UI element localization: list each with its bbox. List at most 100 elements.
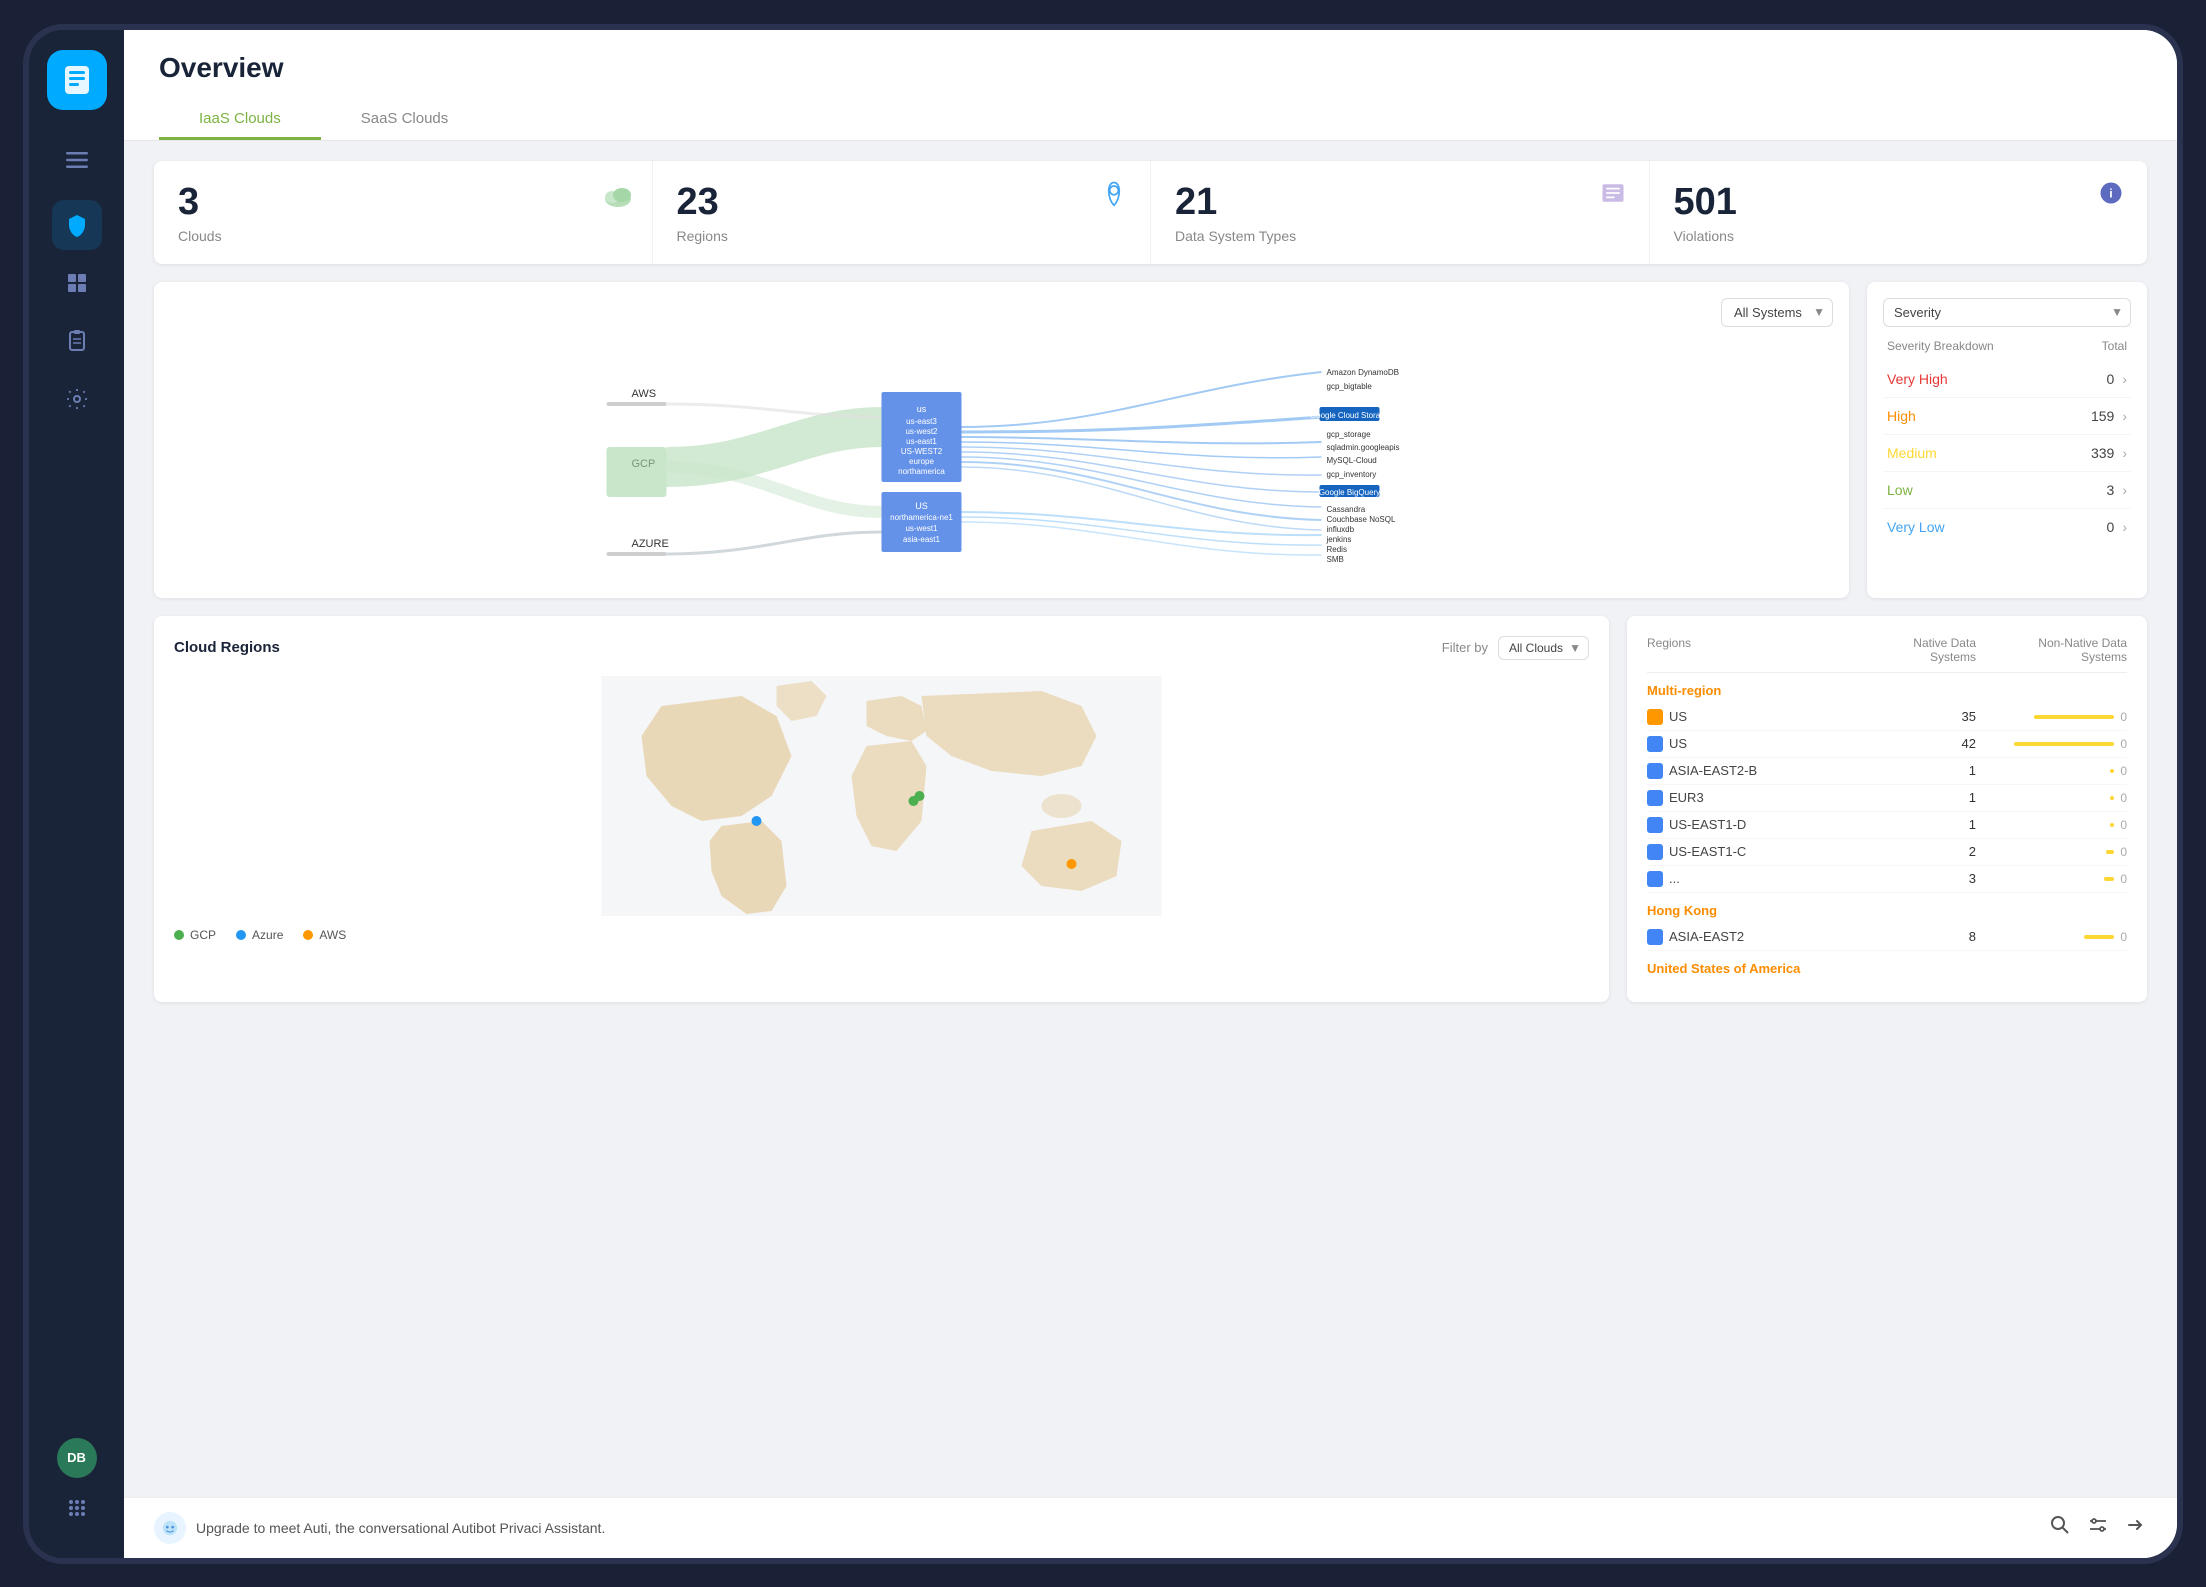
tabs-row: IaaS Clouds SaaS Clouds — [159, 100, 2142, 140]
sidebar-item-dashboard[interactable] — [52, 258, 102, 308]
asia-zero: 0 — [2120, 764, 2127, 778]
region-label-us-gcp: US — [1669, 736, 1687, 751]
cloud-filter-dropdown[interactable]: All Clouds — [1498, 636, 1589, 660]
svg-text:northamerica-ne1: northamerica-ne1 — [890, 513, 953, 522]
svg-text:europe: europe — [909, 457, 934, 466]
search-button[interactable] — [2049, 1514, 2071, 1542]
settings-button[interactable] — [2087, 1514, 2109, 1542]
tab-iaas[interactable]: IaaS Clouds — [159, 100, 321, 140]
col-native-header: Native DataSystems — [1859, 636, 1987, 664]
severity-row-high[interactable]: High 159 › — [1883, 398, 2131, 435]
severity-panel: Severity ▼ Severity Breakdown Total Very… — [1867, 282, 2147, 598]
region-label-us-east1d: US-EAST1-D — [1669, 817, 1746, 832]
severity-total-col: Total — [2102, 339, 2127, 353]
menu-icon — [66, 149, 88, 171]
low-count: 3 — [2107, 482, 2115, 498]
svg-text:jenkins: jenkins — [1326, 535, 1352, 544]
high-label: High — [1887, 408, 1916, 424]
section-hong-kong: Hong Kong — [1647, 903, 2127, 918]
forward-icon — [2125, 1514, 2147, 1536]
asia-bar-cell: 0 — [1986, 764, 2127, 778]
severity-row-low[interactable]: Low 3 › — [1883, 472, 2131, 509]
asia-bar — [2110, 769, 2114, 773]
region-row-eur3: EUR3 1 0 — [1647, 785, 2127, 812]
asia-east2-native: 8 — [1859, 929, 1987, 944]
us-aws-bar-cell: 0 — [1986, 710, 2127, 724]
region-name-asia-east2: ASIA-EAST2 — [1647, 929, 1859, 945]
violations-label: Violations — [1674, 228, 2124, 244]
gcp-cloud-icon-4 — [1647, 817, 1663, 833]
svg-text:i: i — [2109, 186, 2112, 200]
gcp-cloud-icon-2 — [1647, 763, 1663, 779]
hamburger-menu[interactable] — [57, 140, 97, 180]
logo-icon — [59, 62, 95, 98]
sidebar: DB — [29, 30, 124, 1558]
sidebar-item-gear[interactable] — [52, 374, 102, 424]
region-name-us-east1d: US-EAST1-D — [1647, 817, 1859, 833]
user-avatar[interactable]: DB — [57, 1438, 97, 1478]
svg-text:Amazon DynamoDB: Amazon DynamoDB — [1327, 368, 1399, 377]
legend-aws: AWS — [303, 928, 346, 942]
eur3-bar — [2110, 796, 2114, 800]
severity-row-very-high[interactable]: Very High 0 › — [1883, 361, 2131, 398]
region-label-eur3: EUR3 — [1669, 790, 1704, 805]
gear-icon — [65, 387, 89, 411]
search-icon — [2049, 1514, 2071, 1536]
forward-button[interactable] — [2125, 1514, 2147, 1542]
all-systems-dropdown[interactable]: All Systems — [1721, 298, 1833, 327]
sidebar-logo[interactable] — [47, 50, 107, 110]
ellipsis-native: 3 — [1859, 871, 1987, 886]
region-name-us-gcp: US — [1647, 736, 1859, 752]
tab-saas[interactable]: SaaS Clouds — [321, 100, 489, 140]
svg-text:MySQL-Cloud: MySQL-Cloud — [1327, 456, 1377, 465]
severity-row-very-low[interactable]: Very Low 0 › — [1883, 509, 2131, 545]
very-high-chevron: › — [2122, 371, 2127, 387]
sidebar-item-clipboard[interactable] — [52, 316, 102, 366]
svg-text:us-west1: us-west1 — [905, 524, 938, 533]
region-name-us-east1c: US-EAST1-C — [1647, 844, 1859, 860]
svg-text:Google Cloud Storage: Google Cloud Storage — [1310, 411, 1390, 420]
svg-text:Google BigQuery: Google BigQuery — [1319, 488, 1380, 497]
gcp-cloud-icon-7 — [1647, 929, 1663, 945]
shield-icon — [65, 213, 89, 237]
top-bar: Overview IaaS Clouds SaaS Clouds — [124, 30, 2177, 141]
svg-text:us-east3: us-east3 — [906, 417, 937, 426]
ellipsis-bar — [2104, 877, 2114, 881]
legend-azure: Azure — [236, 928, 283, 942]
svg-text:northamerica: northamerica — [898, 467, 945, 476]
sidebar-item-shield[interactable] — [52, 200, 102, 250]
azure-label: AZURE — [632, 538, 669, 550]
chatbot-text: Upgrade to meet Auti, the conversational… — [196, 1520, 605, 1536]
low-label: Low — [1887, 482, 1913, 498]
region-name-eur3: EUR3 — [1647, 790, 1859, 806]
us-aws-bar — [2034, 715, 2114, 719]
region-name-us-aws: US — [1647, 709, 1859, 725]
svg-text:gcp_inventory: gcp_inventory — [1327, 470, 1377, 479]
all-systems-dropdown-wrapper: All Systems ▼ — [1721, 298, 1833, 327]
us-east1d-native: 1 — [1859, 817, 1987, 832]
aws-label: AWS — [632, 388, 657, 400]
medium-count: 339 — [2091, 445, 2114, 461]
svg-text:US: US — [915, 501, 928, 511]
map-panel: Cloud Regions Filter by All Clouds ▼ — [154, 616, 1609, 1002]
us-east1c-bar — [2106, 850, 2114, 854]
region-name-ellipsis: ... — [1647, 871, 1859, 887]
asia-east2-bar — [2084, 935, 2114, 939]
us-gcp-bar-cell: 0 — [1986, 737, 2127, 751]
severity-breakdown-col: Severity Breakdown — [1887, 339, 1994, 353]
gcp-cloud-icon-6 — [1647, 871, 1663, 887]
grid-dots-icon[interactable] — [57, 1488, 97, 1528]
severity-row-medium[interactable]: Medium 339 › — [1883, 435, 2131, 472]
region-label-ellipsis: ... — [1669, 871, 1680, 886]
medium-chevron: › — [2122, 445, 2127, 461]
region-label-us-east1c: US-EAST1-C — [1669, 844, 1746, 859]
clouds-number: 3 — [178, 181, 628, 224]
ellipsis-bar-cell: 0 — [1986, 872, 2127, 886]
main-content: Overview IaaS Clouds SaaS Clouds 3 Cloud… — [124, 30, 2177, 1558]
stat-clouds: 3 Clouds — [154, 161, 653, 264]
apps-grid-icon — [66, 1497, 88, 1519]
severity-dropdown[interactable]: Severity — [1883, 298, 2131, 327]
region-label-us-aws: US — [1669, 709, 1687, 724]
clouds-icon — [602, 179, 634, 211]
region-row-us-gcp: US 42 0 — [1647, 731, 2127, 758]
